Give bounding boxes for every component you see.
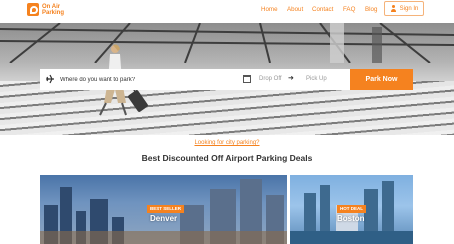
terminal-roof-graphic xyxy=(0,23,454,63)
city-parking-link[interactable]: Looking for city parking? xyxy=(0,140,454,146)
person-icon xyxy=(390,5,397,12)
nav-faq[interactable]: FAQ xyxy=(343,6,355,13)
deal-card-boston[interactable]: HOT DEAL Boston xyxy=(290,175,413,244)
plane-icon xyxy=(46,74,54,84)
dropoff-field[interactable]: Drop Off xyxy=(259,69,287,90)
hot-deal-badge: HOT DEAL xyxy=(337,205,366,213)
logo-text: On Air Parking xyxy=(42,4,64,16)
nav-blog[interactable]: Blog xyxy=(365,6,377,13)
signin-label: Sign In xyxy=(399,5,419,12)
calendar-icon xyxy=(243,75,251,83)
where-input[interactable] xyxy=(58,69,238,90)
arrow-right-icon: ➜ xyxy=(288,75,294,82)
signin-button[interactable]: Sign In xyxy=(384,1,424,16)
nav-about[interactable]: About xyxy=(287,6,303,13)
deals-heading: Best Discounted Off Airport Parking Deal… xyxy=(141,153,313,163)
page: On Air Parking Home About Contact FAQ Bl… xyxy=(0,0,454,244)
park-now-button[interactable]: Park Now xyxy=(350,69,413,90)
boston-city-name: Boston xyxy=(337,214,365,223)
logo[interactable]: On Air Parking xyxy=(27,3,64,16)
logo-pin-icon xyxy=(27,3,39,16)
logo-line1: On Air xyxy=(42,3,61,10)
logo-line2: Parking xyxy=(42,9,65,16)
nav-home[interactable]: Home xyxy=(261,6,278,13)
denver-city-name: Denver xyxy=(150,214,178,223)
nav-contact[interactable]: Contact xyxy=(312,6,333,13)
deal-card-denver[interactable]: BEST SELLER Denver xyxy=(40,175,287,244)
best-seller-badge: BEST SELLER xyxy=(147,205,185,213)
site-header: On Air Parking Home About Contact FAQ Bl… xyxy=(0,0,454,22)
